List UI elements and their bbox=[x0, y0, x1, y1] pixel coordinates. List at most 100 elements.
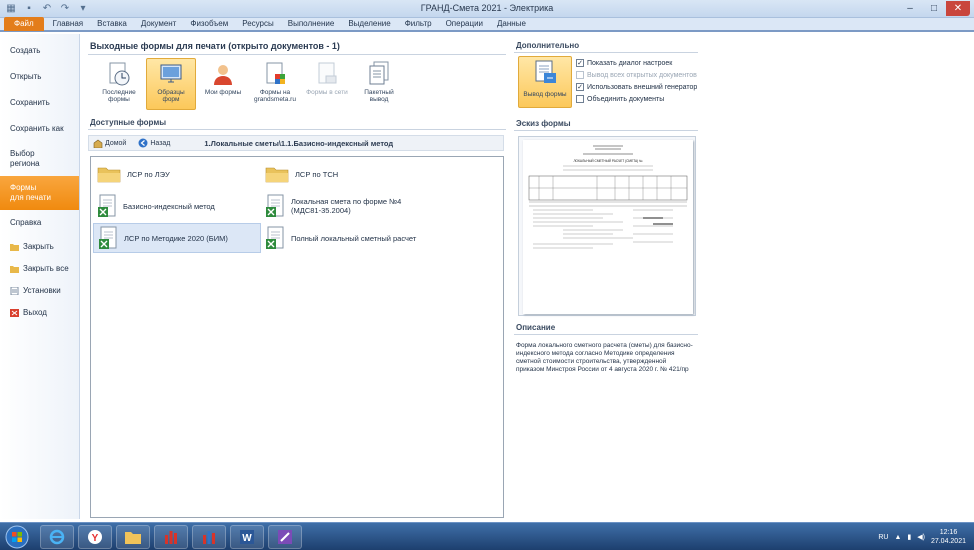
home-label: Домой bbox=[105, 139, 127, 147]
description-text: Форма локального сметного расчета (сметы… bbox=[516, 342, 693, 373]
folder-icon bbox=[265, 167, 289, 183]
sketch-heading: Эскиз формы bbox=[516, 119, 571, 128]
print-output-icon bbox=[535, 60, 556, 83]
close-window-button[interactable]: ✕ bbox=[946, 1, 970, 16]
my-forms-button[interactable]: Мои формы bbox=[198, 58, 248, 110]
taskbar-yandex[interactable]: Y bbox=[78, 525, 112, 549]
divider bbox=[514, 52, 698, 53]
tab-operations[interactable]: Операции bbox=[439, 17, 490, 31]
web-forms-l2: grandsmeta.ru bbox=[254, 96, 296, 103]
menu-region-line2: региона bbox=[10, 159, 40, 168]
list-item-basis-index[interactable]: Базисно-индексный метод bbox=[93, 191, 261, 221]
web-forms-l1: Формы на bbox=[259, 89, 291, 96]
show-settings-dialog-checkbox[interactable]: ✓ Показать диалог настроек bbox=[576, 59, 672, 67]
tab-data[interactable]: Данные bbox=[490, 17, 533, 31]
backstage-menu: Создать Открыть Сохранить Сохранить как … bbox=[0, 34, 80, 519]
start-button-icon[interactable] bbox=[4, 525, 30, 549]
divider bbox=[514, 334, 698, 335]
list-item-bim-2020-selected[interactable]: ЛСР по Методике 2020 (БИМ) bbox=[93, 223, 261, 253]
all-open-docs-checkbox[interactable]: Вывод всех открытых документов bbox=[576, 71, 697, 79]
volume-icon[interactable]: ◀) bbox=[917, 533, 925, 541]
list-item-label-line1: Локальная смета по форме №4 bbox=[291, 197, 402, 206]
my-forms-l1: Мои формы bbox=[204, 89, 242, 96]
checkbox-checked: ✓ bbox=[576, 83, 584, 91]
page-title: Выходные формы для печати (открыто докум… bbox=[90, 41, 340, 51]
menu-settings[interactable]: Установки bbox=[0, 280, 79, 302]
extra-heading: Дополнительно bbox=[516, 41, 580, 50]
show-hidden-icons[interactable]: ▲ bbox=[894, 534, 901, 541]
word-icon: W bbox=[240, 530, 254, 544]
list-item-full-estimate[interactable]: Полный локальный сметный расчет bbox=[261, 223, 429, 253]
list-item-folder-leu[interactable]: ЛСР по ЛЭУ bbox=[93, 159, 261, 189]
merge-documents-checkbox[interactable]: Объединить документы bbox=[576, 95, 664, 103]
menu-close[interactable]: Закрыть bbox=[0, 236, 79, 258]
checkbox-unchecked bbox=[576, 71, 584, 79]
menu-save[interactable]: Сохранить bbox=[0, 90, 79, 116]
batch-output-l1: Пакетный bbox=[364, 89, 394, 96]
list-item-form4[interactable]: Локальная смета по форме №4 (МДС81-35.200… bbox=[261, 191, 429, 221]
back-label: Назад bbox=[150, 139, 171, 147]
window-title: ГРАНД-Смета 2021 - Электрика bbox=[420, 3, 554, 13]
taskbar-grand-smeta-2[interactable] bbox=[192, 525, 226, 549]
menu-close-all[interactable]: Закрыть все bbox=[0, 258, 79, 280]
forms-list: ЛСР по ЛЭУ ЛСР по ТСН Базисно-индексный … bbox=[90, 156, 504, 518]
taskbar-ie[interactable] bbox=[40, 525, 74, 549]
tab-home[interactable]: Главная bbox=[46, 17, 90, 31]
output-form-button[interactable]: Вывод формы bbox=[518, 56, 572, 108]
menu-region[interactable]: Выбор региона bbox=[0, 142, 79, 176]
options-panel: Дополнительно Вывод формы ✓ Показать диал… bbox=[510, 34, 700, 519]
taskbar: Y W RU ▲ ▮ ◀) 12:16 27.04.2021 bbox=[0, 522, 974, 550]
menu-help[interactable]: Справка bbox=[0, 210, 79, 236]
tab-selection[interactable]: Выделение bbox=[341, 17, 397, 31]
maximize-button[interactable]: □ bbox=[922, 1, 946, 16]
list-item-label: ЛСР по Методике 2020 (БИМ) bbox=[124, 233, 228, 243]
tab-document[interactable]: Документ bbox=[134, 17, 184, 31]
web-forms-button[interactable]: Формы на grandsmeta.ru bbox=[250, 58, 300, 110]
tab-file[interactable]: Файл bbox=[4, 17, 44, 31]
sample-forms-button[interactable]: Образцы форм bbox=[146, 58, 196, 110]
tab-filter[interactable]: Фильтр bbox=[398, 17, 439, 31]
clock[interactable]: 12:16 27.04.2021 bbox=[931, 528, 966, 546]
external-generator-checkbox[interactable]: ✓ Использовать внешний генератор bbox=[576, 83, 697, 91]
list-item-label: ЛСР по ЛЭУ bbox=[127, 169, 170, 179]
web-document-icon bbox=[266, 62, 285, 84]
form-preview: ЛОКАЛЬНЫЙ СМЕТНЫЙ РАСЧЕТ (СМЕТА) № bbox=[518, 136, 696, 316]
batch-output-button[interactable]: Пакетный вывод bbox=[354, 58, 404, 110]
clock-time: 12:16 bbox=[939, 529, 958, 536]
breadcrumb: 1.Локальные сметы\1.1.Базисно-индексный … bbox=[204, 138, 394, 148]
menu-save-as[interactable]: Сохранить как bbox=[0, 116, 79, 142]
menu-open[interactable]: Открыть bbox=[0, 64, 79, 90]
network-icon[interactable]: ▮ bbox=[907, 533, 911, 541]
menu-exit[interactable]: Выход bbox=[0, 302, 79, 324]
menu-print-forms[interactable]: Формы для печати bbox=[0, 176, 79, 210]
taskbar-grand-smeta[interactable] bbox=[154, 525, 188, 549]
taskbar-app[interactable] bbox=[268, 525, 302, 549]
tab-resources[interactable]: Ресурсы bbox=[235, 17, 281, 31]
list-item-folder-tsn[interactable]: ЛСР по ТСН bbox=[261, 159, 429, 189]
menu-create[interactable]: Создать bbox=[0, 38, 79, 64]
preview-thumbnail: ЛОКАЛЬНЫЙ СМЕТНЫЙ РАСЧЕТ (СМЕТА) № bbox=[528, 145, 688, 249]
list-item-label: Локальная смета по форме №4 (МДС81-35.200… bbox=[291, 197, 401, 215]
checkbox-label: Показать диалог настроек bbox=[587, 59, 673, 67]
tab-physvolume[interactable]: Физобъем bbox=[183, 17, 235, 31]
taskbar-word[interactable]: W bbox=[230, 525, 264, 549]
taskbar-explorer[interactable] bbox=[116, 525, 150, 549]
description-heading: Описание bbox=[516, 323, 556, 332]
navigation-bar: Домой Назад 1.Локальные сметы\1.1.Базисн… bbox=[88, 135, 504, 151]
output-form-label: Вывод формы bbox=[523, 91, 567, 98]
menu-print-forms-line2: для печати bbox=[10, 193, 51, 202]
system-tray: RU ▲ ▮ ◀) 12:16 27.04.2021 bbox=[878, 526, 966, 548]
list-item-label: Базисно-индексный метод bbox=[123, 201, 215, 211]
recent-forms-l2: формы bbox=[108, 96, 130, 103]
tab-insert[interactable]: Вставка bbox=[90, 17, 134, 31]
minimize-button[interactable]: – bbox=[898, 1, 922, 16]
back-arrow-icon bbox=[138, 138, 148, 148]
tab-execution[interactable]: Выполнение bbox=[281, 17, 342, 31]
back-button[interactable]: Назад bbox=[138, 138, 170, 148]
exit-icon bbox=[10, 309, 19, 317]
language-indicator[interactable]: RU bbox=[878, 534, 888, 541]
recent-forms-button[interactable]: Последние формы bbox=[94, 58, 144, 110]
home-button[interactable]: Домой bbox=[93, 139, 126, 148]
internet-explorer-icon bbox=[49, 529, 65, 545]
network-forms-button[interactable]: Формы в сети bbox=[302, 58, 352, 110]
